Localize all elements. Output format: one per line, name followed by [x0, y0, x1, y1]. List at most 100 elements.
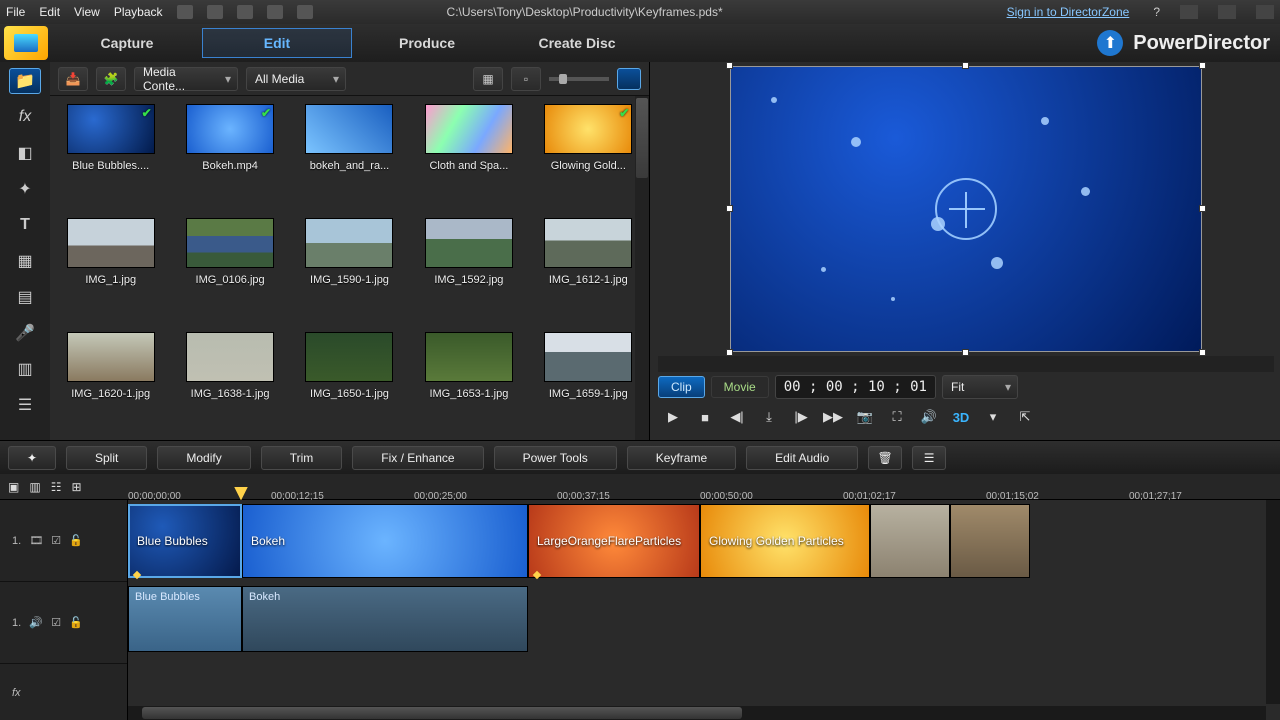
menu-view[interactable]: View	[74, 5, 100, 19]
minimize-icon[interactable]	[1180, 5, 1198, 19]
menu-edit[interactable]: Edit	[39, 5, 60, 19]
subtitle-room-icon[interactable]: ☰	[9, 392, 41, 418]
resize-handle-br[interactable]	[1199, 349, 1206, 356]
library-filter-dropdown[interactable]: Media Conte...	[134, 67, 238, 91]
preview-tab-movie[interactable]: Movie	[711, 376, 769, 398]
edit-audio-button[interactable]: Edit Audio	[746, 446, 858, 470]
fx-track-label[interactable]: fx	[0, 664, 127, 720]
grid-view-icon[interactable]: ▦	[473, 67, 503, 91]
particle-room-icon[interactable]: ✦	[9, 176, 41, 202]
media-thumb[interactable]: ✔Bokeh.mp4	[177, 104, 282, 208]
magic-tools-button[interactable]: ✦	[8, 446, 56, 470]
aspect-icon[interactable]	[267, 5, 283, 19]
video-track-1-label[interactable]: 1.🎞 ☑ 🔓	[0, 500, 127, 582]
audio-room-icon[interactable]: ▤	[9, 284, 41, 310]
stop-icon[interactable]: ■	[694, 407, 716, 427]
track-lock-icon[interactable]: 🔓	[69, 534, 83, 547]
power-tools-button[interactable]: Power Tools	[494, 446, 617, 470]
media-thumb[interactable]: IMG_1592.jpg	[416, 218, 521, 322]
resize-handle-tc[interactable]	[962, 62, 969, 69]
plugin-icon[interactable]: 🧩	[96, 67, 126, 91]
track-manager-icon[interactable]: ☷	[51, 480, 62, 494]
zoom-fit-dropdown[interactable]: Fit	[942, 375, 1018, 399]
track-visible-icon[interactable]: ☑	[51, 534, 61, 547]
timeline-hscroll[interactable]	[128, 706, 1266, 720]
small-thumb-icon[interactable]: ▫	[511, 67, 541, 91]
mode-create-disc[interactable]: Create Disc	[502, 29, 652, 57]
movie-mode-icon[interactable]: ⊞	[71, 480, 81, 494]
media-type-dropdown[interactable]: All Media	[246, 67, 346, 91]
video-clip[interactable]	[870, 504, 950, 578]
take-snapshot-icon[interactable]: ⤓	[758, 407, 780, 427]
video-clip[interactable]: Bokeh	[242, 504, 528, 578]
media-thumb[interactable]: IMG_1620-1.jpg	[58, 332, 163, 436]
media-thumb[interactable]: IMG_1638-1.jpg	[177, 332, 282, 436]
storyboard-view-icon[interactable]: ▥	[29, 480, 40, 494]
signin-link[interactable]: Sign in to DirectorZone	[1007, 5, 1130, 19]
track-lock-icon[interactable]: 🔓	[69, 616, 83, 629]
mode-produce[interactable]: Produce	[352, 29, 502, 57]
3d-dropdown-icon[interactable]: ▾	[982, 407, 1004, 427]
import-icon[interactable]: 📥	[58, 67, 88, 91]
play-icon[interactable]: ▶	[662, 407, 684, 427]
fx-room-icon[interactable]: fx	[9, 104, 41, 130]
next-frame-icon[interactable]: |▶	[790, 407, 812, 427]
menu-file[interactable]: File	[6, 5, 25, 19]
gear-icon[interactable]	[297, 5, 313, 19]
audio-clip[interactable]: Bokeh	[242, 586, 528, 652]
undo-icon[interactable]	[207, 5, 223, 19]
mode-edit[interactable]: Edit	[202, 28, 352, 58]
library-scrollbar[interactable]	[635, 96, 649, 440]
redo-icon[interactable]	[237, 5, 253, 19]
3d-icon[interactable]: 3D	[950, 407, 972, 427]
menu-playback[interactable]: Playback	[114, 5, 163, 19]
pip-room-icon[interactable]: ◧	[9, 140, 41, 166]
split-button[interactable]: Split	[66, 446, 147, 470]
media-thumb[interactable]: IMG_1.jpg	[58, 218, 163, 322]
media-thumb[interactable]: ✔Blue Bubbles....	[58, 104, 163, 208]
media-thumb[interactable]: Cloth and Spa...	[416, 104, 521, 208]
video-clip[interactable]: Blue Bubbles	[128, 504, 242, 578]
video-clip[interactable]	[950, 504, 1030, 578]
preview-tab-clip[interactable]: Clip	[658, 376, 705, 398]
resize-handle-ml[interactable]	[726, 205, 733, 212]
undock-icon[interactable]: ⇱	[1014, 407, 1036, 427]
timeline-vscroll[interactable]	[1266, 500, 1280, 704]
resize-handle-mr[interactable]	[1199, 205, 1206, 212]
camera-icon[interactable]: 📷	[854, 407, 876, 427]
large-thumb-icon[interactable]	[617, 68, 641, 90]
media-thumb[interactable]: IMG_1653-1.jpg	[416, 332, 521, 436]
prev-frame-icon[interactable]: ◀|	[726, 407, 748, 427]
media-thumb[interactable]: IMG_1650-1.jpg	[297, 332, 402, 436]
media-room-icon[interactable]: 📁	[9, 68, 41, 94]
audio-clip[interactable]: Blue Bubbles	[128, 586, 242, 652]
close-icon[interactable]	[1256, 5, 1274, 19]
media-thumb[interactable]: IMG_1659-1.jpg	[536, 332, 641, 436]
resize-handle-bc[interactable]	[962, 349, 969, 356]
fast-forward-icon[interactable]: ▶▶	[822, 407, 844, 427]
media-thumb[interactable]: ✔Glowing Gold...	[536, 104, 641, 208]
resize-handle-tl[interactable]	[726, 62, 733, 69]
save-icon[interactable]	[177, 5, 193, 19]
timeline-tracks[interactable]: Blue BubblesBokehLargeOrangeFlareParticl…	[128, 500, 1280, 720]
media-thumb[interactable]: IMG_0106.jpg	[177, 218, 282, 322]
title-room-icon[interactable]: T	[9, 212, 41, 238]
display-options-icon[interactable]: ⛶	[886, 407, 908, 427]
video-clip[interactable]: LargeOrangeFlareParticles	[528, 504, 700, 578]
volume-icon[interactable]: 🔊	[918, 407, 940, 427]
timeline-view-icon[interactable]: ▣	[8, 480, 19, 494]
video-clip[interactable]: Glowing Golden Particles	[700, 504, 870, 578]
media-thumb[interactable]: IMG_1590-1.jpg	[297, 218, 402, 322]
audio-track-1-label[interactable]: 1.🔊 ☑ 🔓	[0, 582, 127, 664]
transition-room-icon[interactable]: ▦	[9, 248, 41, 274]
trim-button[interactable]: Trim	[261, 446, 343, 470]
upload-icon[interactable]: ⬆	[1097, 30, 1123, 56]
resize-handle-bl[interactable]	[726, 349, 733, 356]
keyframe-button[interactable]: Keyframe	[627, 446, 736, 470]
modify-button[interactable]: Modify	[157, 446, 250, 470]
mode-capture[interactable]: Capture	[52, 29, 202, 57]
voice-room-icon[interactable]: 🎤	[9, 320, 41, 346]
playhead[interactable]	[234, 487, 248, 501]
thumb-zoom-slider[interactable]	[549, 77, 609, 81]
fix-enhance-button[interactable]: Fix / Enhance	[352, 446, 483, 470]
